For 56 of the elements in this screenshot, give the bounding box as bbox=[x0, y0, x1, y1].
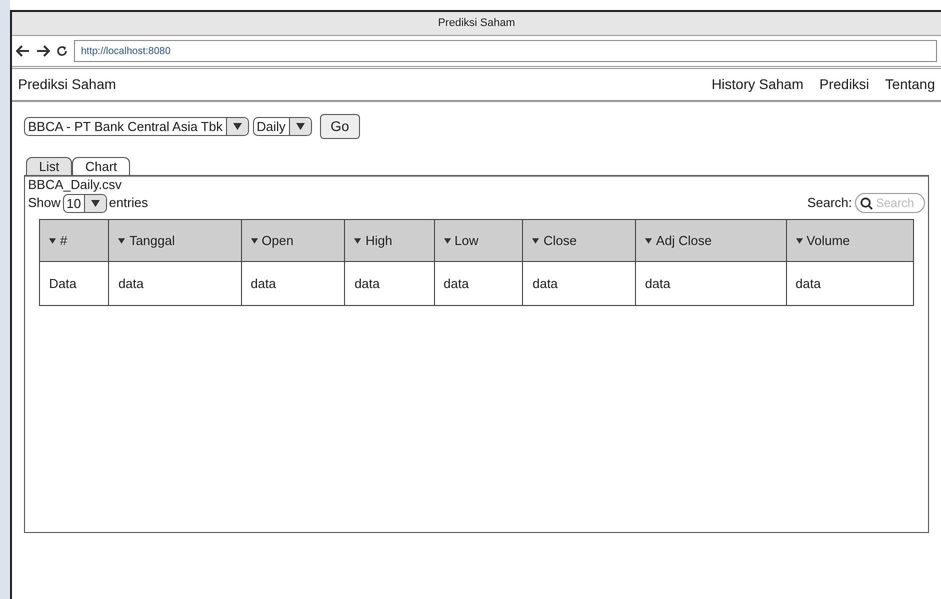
sort-caret-icon bbox=[49, 238, 56, 244]
back-arrow-icon[interactable] bbox=[16, 45, 30, 57]
entries-dropdown[interactable]: 10 bbox=[62, 194, 107, 212]
column-label: Open bbox=[262, 232, 294, 250]
table-cell: Data bbox=[40, 262, 109, 306]
column-header[interactable]: Volume bbox=[786, 220, 914, 262]
table-cell: data bbox=[636, 262, 786, 306]
nav-link[interactable]: Prediksi bbox=[819, 74, 870, 95]
table-cell: data bbox=[344, 262, 434, 306]
column-header[interactable]: Adj Close bbox=[636, 220, 786, 262]
caret-icon bbox=[296, 123, 305, 130]
table-cell: data bbox=[522, 262, 636, 306]
sort-caret-icon bbox=[444, 238, 451, 244]
period-dropdown[interactable]: Daily bbox=[252, 117, 312, 136]
column-label: High bbox=[365, 232, 392, 250]
column-header[interactable]: Tanggal bbox=[108, 220, 242, 262]
sort-caret-icon bbox=[354, 238, 362, 244]
go-button[interactable]: Go bbox=[320, 114, 360, 139]
column-label: Adj Close bbox=[656, 232, 712, 250]
search-icon bbox=[860, 197, 873, 210]
column-header[interactable]: # bbox=[40, 220, 109, 262]
nav-link[interactable]: Tentang bbox=[885, 74, 935, 95]
tab[interactable]: Chart bbox=[72, 157, 130, 175]
caret-icon bbox=[232, 123, 242, 130]
sort-caret-icon bbox=[796, 238, 803, 244]
table-cell: data bbox=[786, 262, 914, 306]
column-header[interactable]: Open bbox=[241, 220, 345, 262]
table-cell: data bbox=[434, 262, 523, 306]
column-label: Close bbox=[543, 232, 577, 250]
caret-icon bbox=[91, 200, 100, 206]
search-label: Search: bbox=[807, 194, 852, 212]
column-label: Tanggal bbox=[129, 232, 175, 250]
sort-caret-icon bbox=[645, 238, 652, 244]
search-field[interactable]: Search bbox=[855, 193, 925, 213]
table-cell: data bbox=[108, 262, 242, 306]
table-cell: data bbox=[241, 262, 345, 306]
file-name: BBCA_Daily.csv bbox=[27, 177, 123, 193]
column-label: Low bbox=[454, 232, 478, 250]
column-label: # bbox=[60, 232, 68, 250]
reload-icon[interactable] bbox=[56, 45, 68, 57]
brand-title: Prediksi Saham bbox=[18, 75, 116, 94]
nav-link[interactable]: History Saham bbox=[712, 74, 804, 95]
sort-caret-icon bbox=[118, 238, 126, 244]
sort-caret-icon bbox=[532, 238, 540, 244]
column-header[interactable]: Close bbox=[522, 220, 636, 262]
show-label: Show bbox=[28, 194, 61, 212]
sort-caret-icon bbox=[250, 238, 258, 244]
column-label: Volume bbox=[806, 232, 850, 250]
entries-label: entries bbox=[109, 194, 148, 212]
address-field[interactable]: http://localhost:8080 bbox=[74, 40, 937, 62]
forward-arrow-icon[interactable] bbox=[36, 45, 50, 57]
tab[interactable]: List bbox=[26, 157, 72, 175]
column-header[interactable]: High bbox=[344, 220, 434, 262]
column-header[interactable]: Low bbox=[434, 220, 523, 262]
window-title: Prediksi Saham bbox=[438, 16, 516, 32]
stock-dropdown[interactable]: BBCA - PT Bank Central Asia Tbk bbox=[24, 117, 249, 136]
